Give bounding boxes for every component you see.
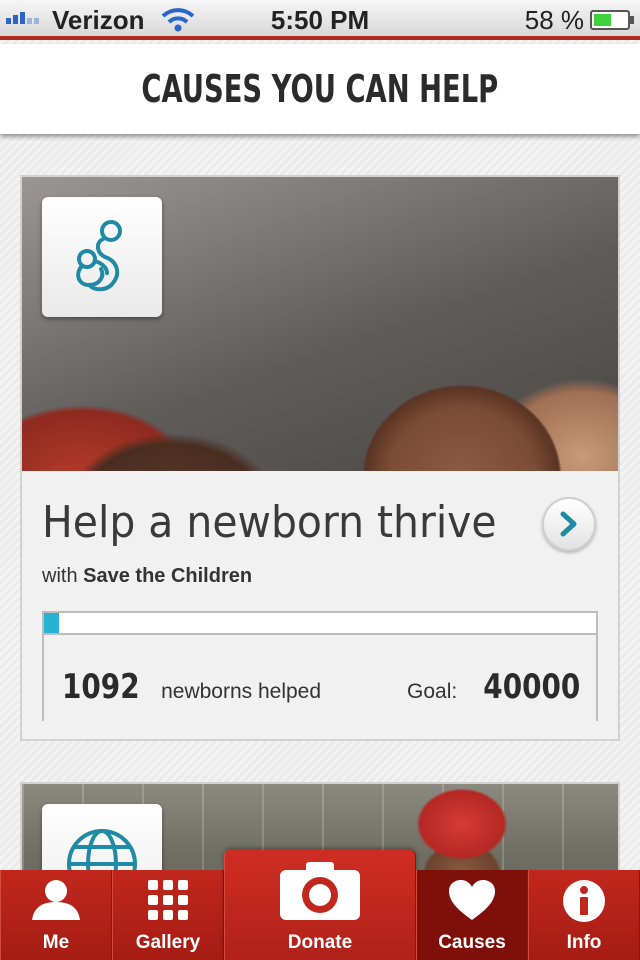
heart-icon [449,880,495,920]
partner-prefix: with [42,565,78,587]
cause-partner: with Save the Children [42,565,252,588]
info-icon [563,880,605,922]
mother-child-icon [42,197,162,317]
tab-info[interactable]: Info [528,870,640,960]
person-icon [32,880,80,920]
tab-label: Me [42,932,70,953]
cause-card[interactable]: Help a newborn thrive with Save the Chil… [20,175,620,741]
chevron-right-icon [560,511,577,537]
battery-icon [590,10,634,30]
battery-level [594,14,611,26]
cause-title[interactable]: Help a newborn thrive [42,497,497,548]
grid-icon [148,880,188,920]
partner-name: Save the Children [83,565,253,587]
tab-label: Gallery [135,932,201,953]
helped-label: newborns helped [161,680,322,703]
tab-label: Causes [438,932,506,953]
progress-fill [44,613,60,633]
tab-me[interactable]: Me [0,870,112,960]
camera-icon [280,862,360,920]
open-cause-button[interactable] [542,497,596,551]
tab-causes[interactable]: Causes [416,870,528,960]
helped-count-line: 1092 newborns helped [62,667,321,707]
helped-count: 1092 [62,667,140,707]
goal-line: Goal: 40000 [407,667,580,707]
progress-bar [44,611,596,635]
tab-label: Donate [287,932,353,953]
tab-gallery[interactable]: Gallery [112,870,224,960]
tab-label: Info [566,932,602,953]
battery-percent: 58 % [524,5,584,35]
tab-donate[interactable]: Donate [224,850,416,960]
goal-value: 40000 [482,667,580,707]
page-header: CAUSES YOU CAN HELP [0,44,640,134]
progress-panel: 1092 newborns helped Goal: 40000 [42,611,598,721]
goal-label: Goal: [407,680,458,703]
tab-bar: Me Gallery Donate Causes Info [0,850,640,960]
page-title: CAUSES YOU CAN HELP [141,67,499,111]
status-bar: Verizon 5:50 PM 58 % [0,0,640,40]
